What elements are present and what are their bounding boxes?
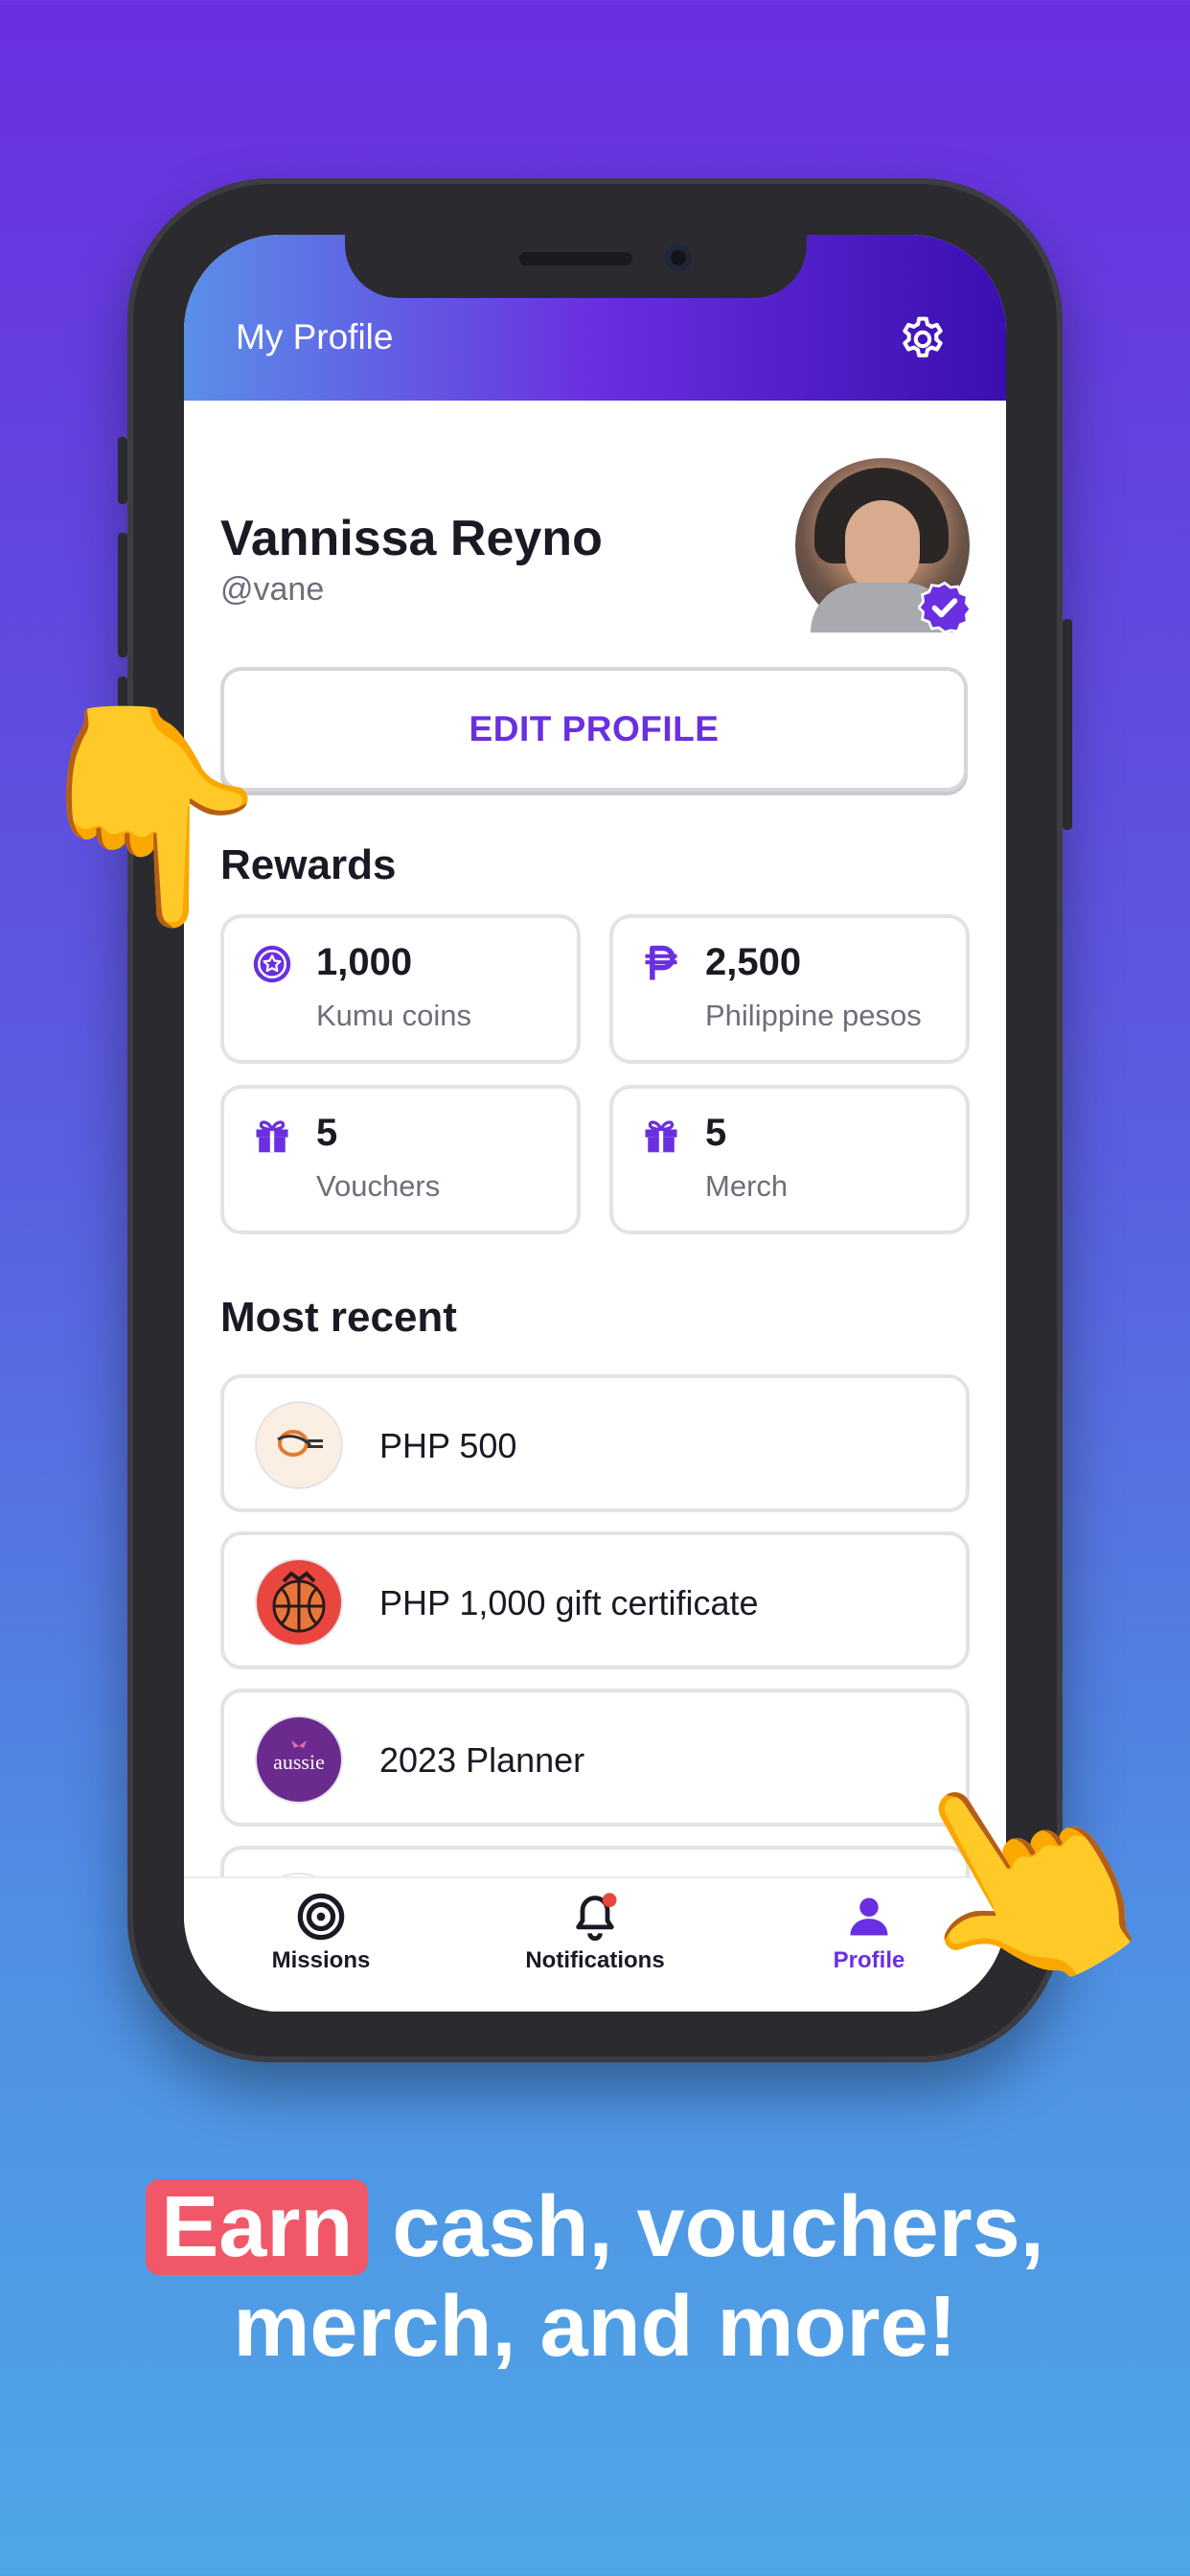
tab-label: Missions [271, 1947, 371, 1973]
pointing-hand-left-icon: 👇 [19, 697, 282, 932]
reward-label: Vouchers [316, 1169, 441, 1203]
list-item-text: PHP 500 [379, 1426, 517, 1465]
list-item[interactable]: PHP 500 [220, 1374, 970, 1512]
page-title: My Profile [236, 317, 394, 356]
list-item-text: 2023 Planner [379, 1740, 585, 1780]
most-recent-title: Most recent [220, 1294, 457, 1341]
reward-value: 5 [705, 1112, 727, 1154]
promo-highlight: Earn [146, 2179, 369, 2275]
phone-side-button [118, 437, 127, 504]
reward-value: 2,500 [705, 941, 802, 983]
coffee-brand-logo [255, 1401, 343, 1489]
speaker-grille [519, 252, 632, 265]
tab-label: Notifications [525, 1947, 665, 1973]
promo-line1: cash, vouchers, [392, 2179, 1044, 2275]
reward-label: Philippine pesos [705, 999, 922, 1032]
avatar[interactable] [795, 458, 972, 634]
reward-card-vouchers[interactable]: 5 Vouchers [220, 1085, 581, 1234]
verified-badge-icon [918, 581, 972, 634]
aussie-logo: aussie [255, 1715, 343, 1804]
phone-power-button [1063, 619, 1072, 830]
list-item-text: PHP 1,000 gift certificate [379, 1583, 759, 1622]
gift-icon [645, 1120, 677, 1153]
phone-screen: My Profile Vannissa Reyno @vane EDIT PRO… [184, 235, 1006, 2012]
peso-icon [645, 945, 677, 980]
reward-card-coins[interactable]: 1,000 Kumu coins [220, 914, 581, 1064]
list-item[interactable]: aussie 2023 Planner [220, 1689, 970, 1827]
basketball-brand-logo [255, 1558, 343, 1646]
target-icon [297, 1893, 345, 1941]
profile-name: Vannissa Reyno [220, 511, 603, 566]
list-item[interactable]: PHP 1,000 gift certificate [220, 1531, 970, 1669]
avatar-face [845, 500, 920, 592]
profile-content: Vannissa Reyno @vane EDIT PROFILE Reward… [184, 401, 1006, 1876]
promo-headline: Earn cash, vouchers, merch, and more! [0, 2177, 1190, 2377]
phone-notch [345, 235, 807, 298]
tab-missions[interactable]: Missions [184, 1878, 458, 2012]
promo-line2: merch, and more! [233, 2279, 957, 2375]
gear-icon[interactable] [897, 313, 949, 365]
bell-icon [576, 1893, 617, 1942]
profile-handle: @vane [220, 571, 325, 608]
front-camera [665, 244, 692, 271]
coin-icon [253, 945, 291, 983]
edit-profile-button[interactable]: EDIT PROFILE [220, 667, 968, 792]
gift-icon [256, 1120, 288, 1153]
aussie-logo-text: aussie [273, 1750, 325, 1774]
reward-value: 5 [316, 1112, 338, 1154]
reward-label: Kumu coins [316, 999, 471, 1032]
reward-card-merch[interactable]: 5 Merch [609, 1085, 970, 1234]
reward-value: 1,000 [316, 941, 413, 983]
phone-frame: My Profile Vannissa Reyno @vane EDIT PRO… [118, 178, 1072, 2062]
tab-notifications[interactable]: Notifications [458, 1878, 732, 2012]
phone-volume-up [118, 533, 127, 657]
notification-badge [602, 1893, 617, 1908]
reward-card-pesos[interactable]: 2,500 Philippine pesos [609, 914, 970, 1064]
reward-label: Merch [705, 1169, 789, 1203]
